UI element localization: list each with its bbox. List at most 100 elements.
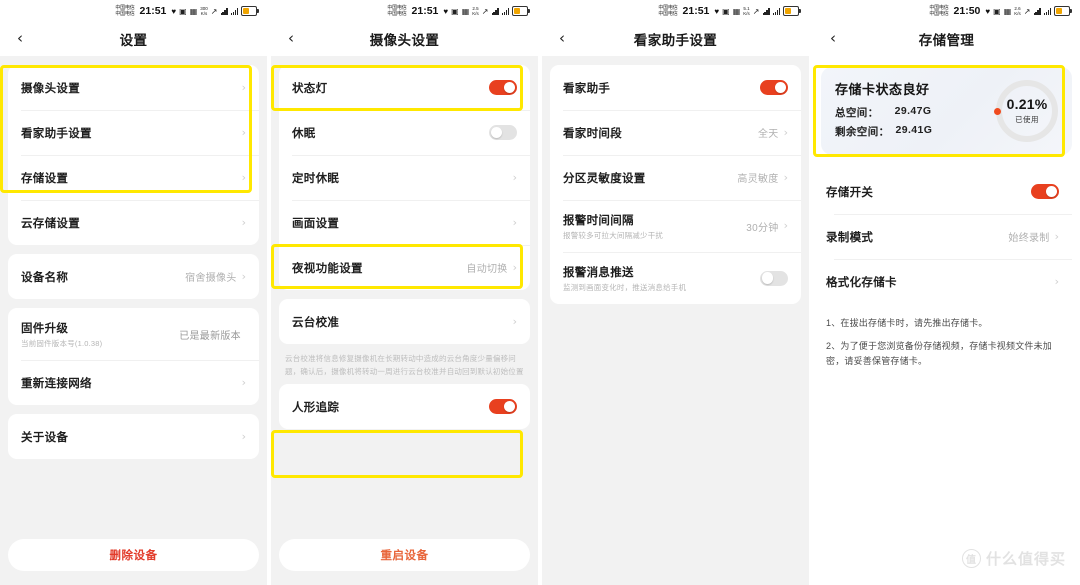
watermark-text: 什么值得买 (985, 551, 1066, 568)
row-label: 格式化存储卡 (826, 276, 897, 289)
chevron-right-icon: › (783, 219, 788, 232)
storage-status-title: 存储卡状态良好 (835, 82, 930, 97)
guard-row-assistant[interactable]: 看家助手 (550, 65, 801, 110)
settings-row-firmware-upgrade[interactable]: 固件升级 当前固件版本号(1.0.38) 已是最新版本 (8, 308, 259, 360)
network-speed-indicator: 2.5 K/s (472, 6, 479, 16)
speed-unit: K/s (200, 11, 208, 16)
guard-row-zone-sensitivity[interactable]: 分区灵敏度设置 高灵敏度 › (550, 155, 801, 200)
camera-group-main: 状态灯 休眠 定时休眠 › 画面设置 › 夜视功能设置 自动切换 › (279, 65, 530, 290)
row-label: 看家助手设置 (21, 127, 92, 140)
chevron-right-icon: › (512, 170, 517, 184)
camera-group-ptz: 云台校准 › (279, 299, 530, 344)
settings-group-firmware: 固件升级 当前固件版本号(1.0.38) 已是最新版本 重新连接网络 › (8, 308, 259, 405)
storage-total-label: 总空间： (835, 107, 879, 119)
storage-row-record-mode[interactable]: 录制模式 始终录制 › (821, 214, 1072, 259)
carrier-line-2: 中国电信 (387, 11, 407, 17)
camera-row-human-tracking[interactable]: 人形追踪 (279, 384, 530, 429)
row-label: 画面设置 (292, 217, 340, 230)
row-label: 分区灵敏度设置 (563, 172, 646, 185)
battery-icon (512, 6, 530, 16)
page-title: 看家助手设置 (633, 33, 718, 48)
row-label: 人形追踪 (292, 401, 340, 414)
app-icon-1: ▣ (451, 6, 459, 16)
camera-row-status-light[interactable]: 状态灯 (279, 65, 530, 110)
back-chevron-icon[interactable]: ‹ (271, 30, 311, 48)
row-label: 存储设置 (21, 172, 69, 185)
storage-usage-ring: 0.21% 已使用 (994, 80, 1058, 142)
storage-free-value: 29.41G (895, 124, 933, 136)
chevron-right-icon: › (241, 80, 246, 94)
signal-icon-2 (501, 7, 509, 15)
back-chevron-icon[interactable]: ‹ (542, 30, 582, 48)
human-tracking-toggle[interactable] (489, 399, 517, 414)
ring-text: 0.21% 已使用 (996, 80, 1058, 142)
guard-row-alarm-interval[interactable]: 报警时间间隔 报警较多可拉大间隔减少干扰 30分钟 › (550, 200, 801, 252)
back-chevron-icon[interactable]: ‹ (0, 30, 40, 48)
signal-icon-1 (1033, 7, 1041, 15)
phone-screen-camera-settings: 中国电信 中国电信 21:51 ♥ ▣ ▦ 2.5 K/s ↗ ‹ 摄像头设置 … (271, 0, 538, 585)
row-label: 录制模式 (826, 231, 874, 244)
row-value: 宿舍摄像头 (185, 273, 237, 284)
row-value: 30分钟 (746, 222, 779, 234)
storage-management-content: 存储卡状态良好 总空间： 29.47G 剩余空间： 29.41G 0.21% 已… (813, 56, 1080, 585)
settings-row-device-name[interactable]: 设备名称 宿舍摄像头 › (8, 254, 259, 299)
heart-icon: ♥ (714, 6, 720, 16)
guard-group-main: 看家助手 看家时间段 全天 › 分区灵敏度设置 高灵敏度 › 报警时间间隔 报警 (550, 65, 801, 304)
row-label: 关于设备 (21, 431, 69, 444)
heart-icon: ♥ (171, 6, 177, 16)
row-label: 看家时间段 (563, 127, 622, 140)
guard-assistant-toggle[interactable] (760, 80, 788, 95)
settings-group-device-name: 设备名称 宿舍摄像头 › (8, 254, 259, 299)
network-speed-indicator: 5.1 K/s (743, 6, 750, 16)
row-value: 高灵敏度 (737, 174, 779, 185)
settings-row-camera[interactable]: 摄像头设置 › (8, 65, 259, 110)
storage-total-line: 总空间： 29.47G (835, 105, 996, 120)
camera-row-sleep[interactable]: 休眠 (279, 110, 530, 155)
chevron-right-icon: › (512, 215, 517, 229)
storage-used-caption: 已使用 (1015, 115, 1039, 124)
battery-icon (783, 6, 801, 16)
status-light-toggle[interactable] (489, 80, 517, 95)
guard-row-time-range[interactable]: 看家时间段 全天 › (550, 110, 801, 155)
watermark-logo-icon: 值 (961, 549, 981, 568)
storage-switch-toggle[interactable] (1031, 184, 1059, 199)
app-icon-2: ▦ (732, 6, 741, 16)
row-label: 摄像头设置 (21, 82, 80, 95)
settings-row-about-device[interactable]: 关于设备 › (8, 414, 259, 459)
wifi-icon: ↗ (210, 6, 218, 16)
storage-row-switch[interactable]: 存储开关 (821, 169, 1072, 214)
storage-notes: 1、在拔出存储卡时，请先推出存储卡。 2、为了便于您浏览备份存储视频，存储卡视频… (821, 304, 1072, 369)
settings-row-storage[interactable]: 存储设置 › (8, 155, 259, 200)
heart-icon: ♥ (985, 6, 991, 16)
row-label: 看家助手 (563, 82, 611, 95)
settings-row-guard[interactable]: 看家助手设置 › (8, 110, 259, 155)
row-label: 状态灯 (292, 82, 328, 95)
carrier-line-2: 中国电信 (658, 11, 678, 17)
page-title: 存储管理 (918, 33, 975, 48)
speed-unit: K/s (743, 11, 750, 16)
camera-row-image-settings[interactable]: 画面设置 › (279, 200, 530, 245)
camera-row-scheduled-sleep[interactable]: 定时休眠 › (279, 155, 530, 200)
settings-row-reconnect-network[interactable]: 重新连接网络 › (8, 360, 259, 405)
delete-device-button[interactable]: 删除设备 (8, 539, 259, 571)
guard-row-alarm-push[interactable]: 报警消息推送 监测到画面变化时，推送消息给手机 (550, 252, 801, 304)
sleep-toggle[interactable] (489, 125, 517, 140)
status-time: 21:51 (139, 5, 167, 17)
back-chevron-icon[interactable]: ‹ (813, 30, 853, 48)
camera-row-night-vision[interactable]: 夜视功能设置 自动切换 › (279, 245, 530, 290)
restart-device-button[interactable]: 重启设备 (279, 539, 530, 571)
settings-row-cloud-storage[interactable]: 云存储设置 › (8, 200, 259, 245)
nav-bar: ‹ 设置 (0, 22, 267, 56)
status-time: 21:51 (411, 5, 439, 17)
page-title: 摄像头设置 (369, 33, 440, 48)
row-label: 重新连接网络 (21, 377, 92, 390)
camera-row-ptz-calibration[interactable]: 云台校准 › (279, 299, 530, 344)
row-value: 自动切换 (466, 264, 508, 275)
camera-settings-content: 状态灯 休眠 定时休眠 › 画面设置 › 夜视功能设置 自动切换 › 云台校准 … (271, 56, 538, 585)
wifi-icon: ↗ (752, 6, 760, 16)
network-speed-indicator: 300 K/s (200, 6, 208, 16)
signal-icon-2 (772, 7, 780, 15)
alarm-push-toggle[interactable] (760, 270, 788, 286)
chevron-right-icon: › (512, 260, 517, 274)
storage-row-format-card[interactable]: 格式化存储卡 › (821, 259, 1072, 304)
